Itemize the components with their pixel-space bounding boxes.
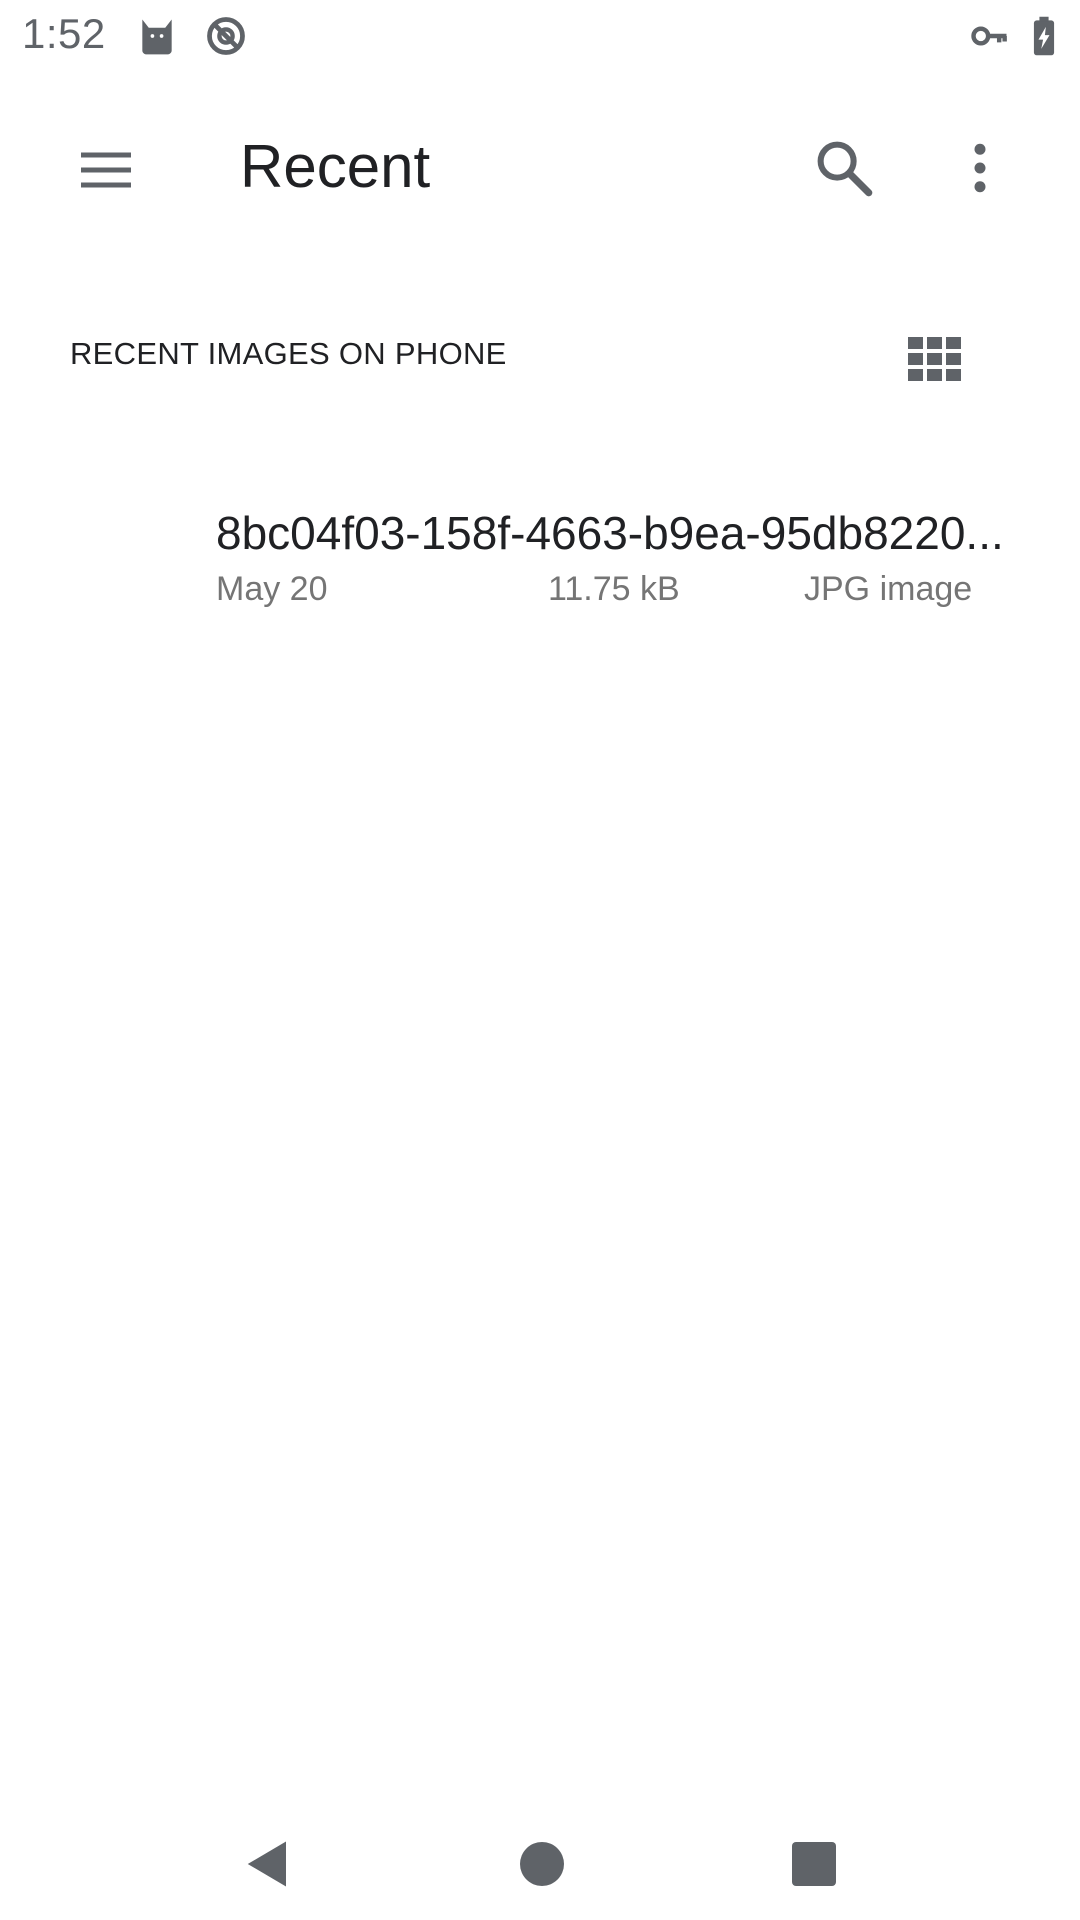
section-title: RECENT IMAGES ON PHONE	[70, 336, 507, 371]
list-item[interactable]: 8bc04f03-158f-4663-b9ea-95db8220... May …	[0, 482, 1080, 632]
search-icon	[817, 141, 873, 197]
more-vert-icon	[974, 143, 986, 193]
file-name: 8bc04f03-158f-4663-b9ea-95db8220...	[216, 507, 1004, 559]
file-thumbnail	[66, 502, 176, 612]
status-bar: 1:52	[0, 0, 1080, 72]
no-sync-icon	[207, 17, 245, 55]
page-title: Recent	[240, 133, 431, 200]
recents-icon	[792, 1842, 836, 1886]
recents-button[interactable]	[764, 1814, 864, 1914]
back-button[interactable]	[218, 1814, 318, 1914]
menu-icon	[81, 152, 131, 188]
home-button[interactable]	[492, 1814, 592, 1914]
search-button[interactable]	[796, 120, 892, 216]
grid-view-icon	[908, 337, 961, 381]
vpn-key-icon	[971, 26, 1007, 46]
file-size: 11.75 kB	[548, 570, 680, 608]
section-header: RECENT IMAGES ON PHONE	[0, 318, 1080, 398]
home-icon	[520, 1842, 564, 1886]
battery-charging-icon	[1033, 16, 1055, 56]
status-time: 1:52	[22, 10, 106, 57]
file-date: May 20	[216, 570, 328, 608]
back-icon	[247, 1841, 286, 1887]
app-bar: Recent	[0, 72, 1080, 268]
more-options-button[interactable]	[932, 120, 1028, 216]
menu-button[interactable]	[58, 122, 154, 218]
navigation-bar	[0, 1800, 1080, 1920]
file-type: JPG image	[804, 570, 973, 608]
cat-icon	[142, 19, 172, 55]
grid-view-toggle[interactable]	[900, 324, 970, 394]
